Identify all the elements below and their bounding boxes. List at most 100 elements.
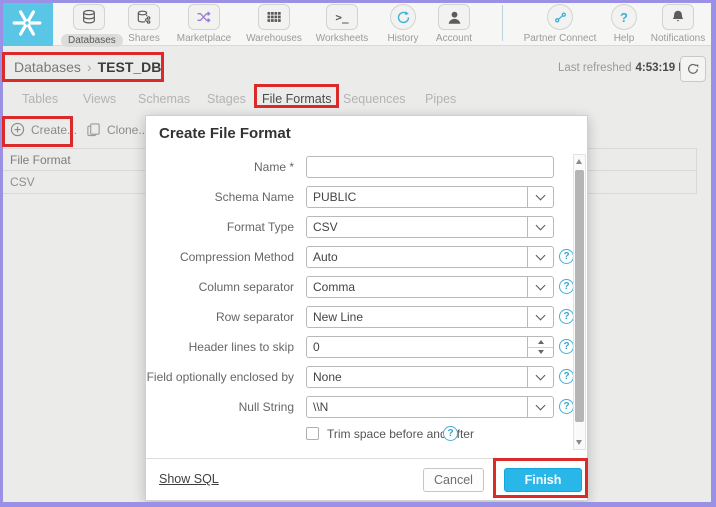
null-string-value: \\N xyxy=(313,400,329,414)
breadcrumb-current: TEST_DB xyxy=(97,59,162,75)
clone-label: Clone... xyxy=(107,122,149,137)
null-string-select[interactable]: \\N xyxy=(306,396,554,418)
column-separator-select[interactable]: Comma xyxy=(306,276,554,298)
clone-icon xyxy=(87,123,100,137)
nav-item-history[interactable]: History xyxy=(381,4,425,44)
databases-icon xyxy=(73,4,105,30)
snowflake-icon xyxy=(12,10,41,36)
header-lines-to-skip-stepper[interactable]: 0 xyxy=(306,336,554,358)
schema-name-value: PUBLIC xyxy=(313,190,357,204)
stepper-up-icon[interactable] xyxy=(528,337,553,348)
create-button[interactable]: Create... xyxy=(10,122,77,137)
help-icon: ? xyxy=(611,4,637,30)
cancel-button[interactable]: Cancel xyxy=(423,468,484,492)
nav-label: Databases xyxy=(61,34,123,47)
nav-item-partner-connect[interactable]: Partner Connect xyxy=(514,4,606,44)
chevron-down-icon[interactable] xyxy=(527,247,553,267)
show-sql-link[interactable]: Show SQL xyxy=(159,472,219,486)
tab-pipes[interactable]: Pipes xyxy=(425,92,456,106)
chevron-down-icon[interactable] xyxy=(527,217,553,237)
scroll-up-icon[interactable] xyxy=(576,159,582,164)
help-icon[interactable]: ? xyxy=(559,309,574,324)
nav-label: History xyxy=(387,33,419,44)
field-enclosed-select[interactable]: None xyxy=(306,366,554,388)
field-label-schema-name: Schema Name xyxy=(214,190,294,204)
last-refreshed: Last refreshed 4:53:19 PM xyxy=(558,62,696,74)
compression-method-select[interactable]: Auto xyxy=(306,246,554,268)
top-nav: Databases Shares Marketplace Warehouses … xyxy=(0,0,716,48)
name-field xyxy=(306,156,554,178)
help-icon[interactable]: ? xyxy=(559,399,574,414)
schema-name-select[interactable]: PUBLIC xyxy=(306,186,554,208)
tab-stages[interactable]: Stages xyxy=(207,92,246,106)
dialog-footer: Show SQL Cancel Finish xyxy=(146,458,587,501)
nav-item-worksheets[interactable]: >_ Worksheets xyxy=(313,4,371,44)
field-label-field-optionally-enclosed-by: Field optionally enclosed by xyxy=(146,370,294,384)
help-icon[interactable]: ? xyxy=(559,369,574,384)
stepper-down-icon[interactable] xyxy=(528,348,553,358)
help-icon[interactable]: ? xyxy=(559,279,574,294)
scroll-down-icon[interactable] xyxy=(576,440,582,445)
plus-circle-icon xyxy=(10,122,25,137)
nav-item-notifications[interactable]: Notifications xyxy=(646,4,710,44)
field-label-row-separator: Row separator xyxy=(215,310,294,324)
help-icon[interactable]: ? xyxy=(559,249,574,264)
account-icon xyxy=(438,4,470,30)
snowflake-logo[interactable] xyxy=(0,0,53,46)
breadcrumb-separator: › xyxy=(86,59,92,75)
help-icon[interactable]: ? xyxy=(559,339,574,354)
field-label-format-type: Format Type xyxy=(226,220,294,234)
nav-item-marketplace[interactable]: Marketplace xyxy=(171,4,237,44)
tab-tables[interactable]: Tables xyxy=(22,92,58,106)
refresh-button[interactable] xyxy=(680,56,706,82)
nav-label: Partner Connect xyxy=(523,33,597,44)
dialog-scrollbar[interactable] xyxy=(573,154,586,450)
clone-button[interactable]: Clone... xyxy=(86,122,148,137)
row-separator-select[interactable]: New Line xyxy=(306,306,554,328)
chevron-down-icon[interactable] xyxy=(527,187,553,207)
warehouses-icon xyxy=(258,4,290,30)
format-type-select[interactable]: CSV xyxy=(306,216,554,238)
nav-item-help[interactable]: ? Help xyxy=(608,4,640,44)
help-icon[interactable]: ? xyxy=(443,426,458,441)
field-label-name: Name * xyxy=(253,160,294,174)
compression-method-value: Auto xyxy=(313,250,338,264)
nav-label: Marketplace xyxy=(176,33,232,44)
tab-views[interactable]: Views xyxy=(83,92,116,106)
chevron-down-icon[interactable] xyxy=(527,277,553,297)
chevron-down-icon[interactable] xyxy=(527,307,553,327)
nav-item-databases[interactable]: Databases xyxy=(61,4,123,48)
breadcrumb: Databases › TEST_DB xyxy=(14,59,161,75)
tab-sequences[interactable]: Sequences xyxy=(343,92,406,106)
field-label-header-lines-to-skip: Header lines to skip xyxy=(188,340,294,354)
nav-label: Notifications xyxy=(650,33,706,44)
chevron-down-icon[interactable] xyxy=(527,397,553,417)
create-file-format-dialog: Create File Format Name * Schema Name PU… xyxy=(145,115,588,501)
tab-file-formats[interactable]: File Formats xyxy=(262,92,331,106)
column-separator-value: Comma xyxy=(313,280,356,294)
history-icon xyxy=(390,4,416,30)
scrollbar-thumb[interactable] xyxy=(575,170,584,422)
nav-item-account[interactable]: Account xyxy=(429,4,479,44)
field-label-null-string: Null String xyxy=(238,400,294,414)
finish-button[interactable]: Finish xyxy=(504,468,582,492)
nav-item-warehouses[interactable]: Warehouses xyxy=(243,4,305,44)
row-separator-value: New Line xyxy=(313,310,364,324)
nav-label: Warehouses xyxy=(246,33,302,44)
nav-divider xyxy=(502,5,503,41)
trim-space-checkbox[interactable] xyxy=(306,427,319,440)
breadcrumb-databases[interactable]: Databases xyxy=(14,59,81,75)
refresh-icon xyxy=(688,63,699,74)
chevron-down-icon[interactable] xyxy=(527,367,553,387)
header-lines-value: 0 xyxy=(313,340,320,354)
dialog-title: Create File Format xyxy=(159,125,291,142)
notifications-icon xyxy=(662,4,694,30)
shares-icon xyxy=(128,4,160,30)
nav-item-shares[interactable]: Shares xyxy=(121,4,167,44)
partner-connect-icon xyxy=(547,4,573,30)
marketplace-icon xyxy=(188,4,220,30)
tab-schemas[interactable]: Schemas xyxy=(138,92,190,106)
nav-label: Account xyxy=(435,33,473,44)
name-input[interactable] xyxy=(307,157,553,177)
field-label-compression-method: Compression Method xyxy=(179,250,294,264)
